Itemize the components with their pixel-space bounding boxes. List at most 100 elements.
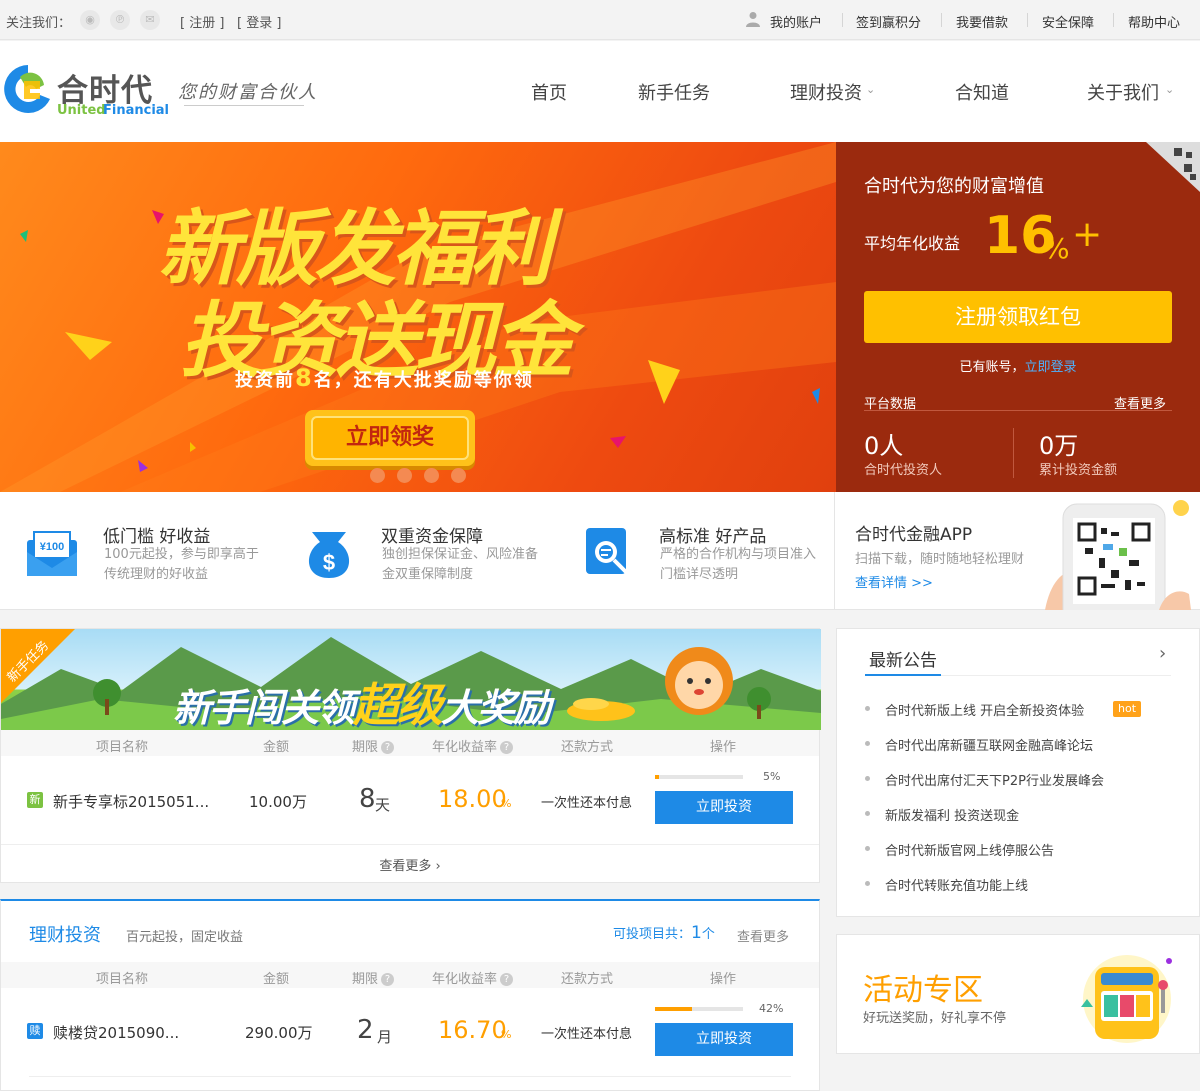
col-term: 期限? bbox=[352, 736, 395, 755]
nav-novice-task[interactable]: 新手任务 bbox=[638, 79, 710, 105]
col-rate: 年化收益率? bbox=[432, 968, 514, 987]
col-repay: 还款方式 bbox=[561, 740, 614, 755]
register-redpack-button[interactable]: 注册领取红包 bbox=[864, 291, 1172, 343]
help-icon[interactable]: ? bbox=[381, 741, 395, 754]
invest-now-button[interactable]: 立即投资 bbox=[655, 1023, 793, 1056]
pinterest-icon[interactable]: ℗ bbox=[110, 10, 130, 30]
panel-title: 合时代为您的财富增值 bbox=[864, 176, 1044, 197]
repay-method: 一次性还本付息 bbox=[541, 796, 633, 811]
project-name[interactable]: 新手专享标2015051... bbox=[53, 791, 209, 812]
phone-qr-illustration bbox=[1041, 498, 1199, 610]
wechat-icon[interactable]: ✉ bbox=[140, 10, 160, 30]
magnifier-doc-icon bbox=[584, 526, 634, 578]
novice-banner[interactable]: 新手任务 新手闯关领超级大奖励 bbox=[1, 629, 821, 730]
table-row[interactable]: 新 新手专享标2015051... 10.00万 8 天 18.00 % 一次性… bbox=[1, 756, 819, 844]
app-title: 合时代金融APP bbox=[855, 525, 973, 545]
help-icon[interactable]: ? bbox=[381, 973, 395, 986]
chevron-down-icon: ⌄ bbox=[866, 83, 876, 96]
help-icon[interactable]: ? bbox=[500, 973, 514, 986]
weibo-icon[interactable]: ◉ bbox=[80, 10, 100, 30]
col-term: 期限? bbox=[352, 968, 395, 987]
logo-en-2: Financial bbox=[103, 103, 170, 118]
promo-banner[interactable]: 新版发福利 投资送现金 投资前8名，还有大批奖励等你领 立即领奖 bbox=[0, 142, 836, 492]
carousel-dot[interactable] bbox=[397, 468, 412, 483]
bullet-icon bbox=[865, 811, 870, 816]
project-term-unit: 月 bbox=[377, 1028, 393, 1046]
divider bbox=[1113, 13, 1114, 27]
progress-fill bbox=[655, 1007, 692, 1011]
nav-knowledge[interactable]: 合知道 bbox=[955, 79, 1009, 105]
app-download-card: 合时代金融APP 扫描下载，随时随地轻松理财 查看详情 >> bbox=[834, 492, 1200, 610]
col-action: 操作 bbox=[710, 972, 737, 987]
envelope-icon: ¥100 bbox=[26, 528, 78, 578]
col-repay: 还款方式 bbox=[561, 972, 614, 987]
project-amount: 10.00万 bbox=[249, 793, 307, 811]
available-count: 可投项目共：1个 bbox=[613, 923, 715, 943]
list-item[interactable]: 合时代新版上线 开启全新投资体验 hot bbox=[865, 699, 1185, 719]
follow-us-label: 关注我们： bbox=[6, 16, 72, 31]
help-center-link[interactable]: 帮助中心 bbox=[1128, 12, 1180, 31]
help-icon[interactable]: ? bbox=[500, 741, 514, 754]
app-detail-link[interactable]: 查看详情 >> bbox=[855, 572, 933, 591]
chevron-down-icon: ⌄ bbox=[1165, 83, 1175, 96]
login-link[interactable]: [ 登录 ] bbox=[237, 12, 281, 31]
divider bbox=[1027, 13, 1028, 27]
security-link[interactable]: 安全保障 bbox=[1042, 12, 1094, 31]
activity-zone[interactable]: 活动专区 好玩送奖励，好礼享不停 bbox=[836, 934, 1200, 1054]
carousel-dot[interactable] bbox=[424, 468, 439, 483]
signup-panel: 合时代为您的财富增值 平均年化收益 16 % + 注册领取红包 已有账号，立即登… bbox=[836, 142, 1200, 492]
invest-now-button[interactable]: 立即投资 bbox=[655, 791, 793, 824]
project-name[interactable]: 赎楼贷2015090... bbox=[53, 1022, 179, 1043]
nav-about[interactable]: 关于我们 bbox=[1087, 79, 1159, 105]
register-link[interactable]: [ 注册 ] bbox=[180, 12, 224, 31]
col-action: 操作 bbox=[710, 740, 737, 755]
avg-rate-label: 平均年化收益 bbox=[864, 234, 961, 253]
finance-subtitle: 百元起投，固定收益 bbox=[126, 930, 244, 945]
progress-label: 5% bbox=[763, 770, 781, 783]
project-rate-unit: % bbox=[501, 1028, 512, 1041]
app-desc: 扫描下载，随时随地轻松理财 bbox=[855, 552, 1025, 567]
chevron-right-icon[interactable]: › bbox=[1159, 643, 1166, 664]
feature-desc: 严格的合作机构与项目准入门槛详尽透明 bbox=[660, 547, 817, 582]
list-item[interactable]: 合时代出席新疆互联网金融高峰论坛 bbox=[865, 734, 1185, 754]
carousel-dot[interactable] bbox=[451, 468, 466, 483]
checkin-link[interactable]: 签到赢积分 bbox=[856, 12, 921, 31]
site-header: 合时代 United Financial 您的财富合伙人 首页 新手任务 理财投… bbox=[0, 41, 1200, 142]
project-rate: 18.00 bbox=[438, 785, 507, 813]
investors-count: 0人 bbox=[864, 432, 904, 460]
view-more-finance[interactable]: 查看更多 bbox=[737, 926, 789, 945]
view-more-novice[interactable]: 查看更多 › bbox=[1, 855, 819, 874]
activity-desc: 好玩送奖励，好礼享不停 bbox=[863, 1011, 1007, 1026]
list-item[interactable]: 合时代转账充值功能上线 bbox=[865, 874, 1185, 894]
logo-icon[interactable] bbox=[0, 59, 56, 117]
project-term: 8 bbox=[359, 784, 376, 814]
slogan-underline bbox=[184, 105, 304, 106]
list-item[interactable]: 新版发福利 投资送现金 bbox=[865, 804, 1185, 824]
novice-banner-title: 新手闯关领超级大奖励 bbox=[173, 678, 551, 730]
my-account-link[interactable]: 我的账户 bbox=[770, 12, 822, 31]
divider bbox=[864, 410, 1172, 411]
nav-invest[interactable]: 理财投资 bbox=[790, 79, 862, 105]
nav-home[interactable]: 首页 bbox=[531, 79, 567, 105]
borrow-link[interactable]: 我要借款 bbox=[956, 12, 1008, 31]
feature-desc: 独创担保保证金、风险准备金双重保障制度 bbox=[382, 547, 539, 582]
carousel-dot[interactable] bbox=[370, 468, 385, 483]
notice-title-underline bbox=[865, 674, 941, 676]
claim-prize-button[interactable]: 立即领奖 bbox=[305, 410, 475, 466]
login-now-link[interactable]: 立即登录 bbox=[1025, 360, 1077, 375]
list-item[interactable]: 合时代新版官网上线停服公告 bbox=[865, 839, 1185, 859]
progress-bar bbox=[655, 775, 743, 779]
bullet-icon bbox=[865, 741, 870, 746]
progress-bar bbox=[655, 1007, 743, 1011]
novice-tag-icon: 新 bbox=[27, 792, 43, 808]
notice-board: 最新公告 › 合时代新版上线 开启全新投资体验 hot 合时代出席新疆互联网金融… bbox=[836, 628, 1200, 917]
project-term-unit: 天 bbox=[375, 796, 391, 814]
table-row[interactable]: 赎 赎楼贷2015090... 290.00万 2 月 16.70 % 一次性还… bbox=[1, 988, 819, 1076]
qr-corner-icon[interactable] bbox=[1146, 142, 1200, 192]
project-term: 2 bbox=[357, 1015, 374, 1045]
col-name: 项目名称 bbox=[96, 972, 149, 987]
user-icon bbox=[746, 11, 760, 27]
money-bag-icon: $ bbox=[302, 526, 356, 580]
list-item[interactable]: 合时代出席付汇天下P2P行业发展峰会 bbox=[865, 769, 1185, 789]
repay-method: 一次性还本付息 bbox=[541, 1027, 633, 1042]
